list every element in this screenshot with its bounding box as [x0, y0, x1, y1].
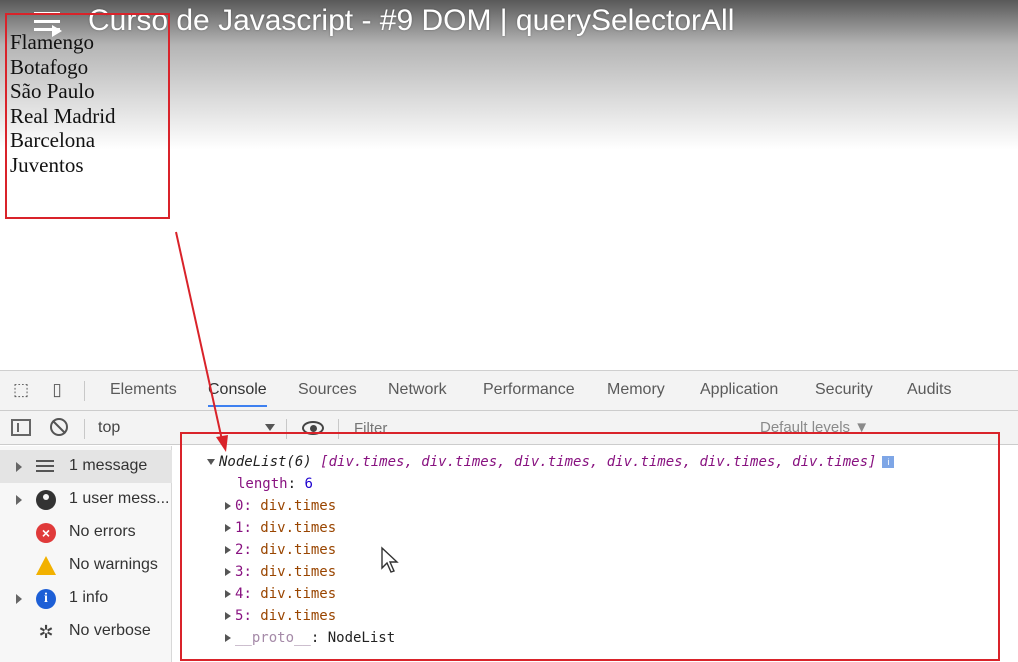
- filter-divider: [84, 419, 85, 439]
- chevron-down-icon[interactable]: [265, 424, 275, 431]
- console-sidebar: 1 message 1 user mess... × No errors No …: [0, 446, 172, 662]
- sidebar-item-messages[interactable]: 1 message: [0, 450, 172, 483]
- team-item: Real Madrid: [10, 103, 116, 128]
- sidebar-item-label: No warnings: [69, 556, 158, 573]
- tab-security[interactable]: Security: [815, 381, 873, 399]
- devtools-tabbar: ⬚ ▯ Elements Console Sources Network Per…: [0, 371, 1018, 411]
- team-item: Juventos: [10, 152, 84, 177]
- teams-list: Flamengo Botafogo São Paulo Real Madrid …: [10, 30, 116, 178]
- tab-console[interactable]: Console: [208, 381, 267, 407]
- sidebar-item-info[interactable]: i 1 info: [0, 582, 172, 615]
- bug-icon: ✲: [38, 622, 54, 642]
- user-icon: [36, 490, 56, 510]
- sidebar-item-label: No verbose: [69, 622, 151, 639]
- sidebar-item-label: 1 message: [69, 457, 148, 474]
- team-item: Barcelona: [10, 128, 96, 153]
- expand-triangle-icon[interactable]: [16, 462, 22, 472]
- team-item: Botafogo: [10, 54, 89, 79]
- warning-icon: [36, 556, 56, 575]
- tab-network[interactable]: Network: [388, 381, 447, 399]
- sidebar-item-warnings[interactable]: No warnings: [0, 549, 172, 582]
- list-icon: [36, 457, 56, 477]
- expand-triangle-icon[interactable]: [16, 594, 22, 604]
- sidebar-toggle-icon[interactable]: [11, 419, 31, 436]
- tab-elements[interactable]: Elements: [110, 381, 177, 399]
- team-item: Flamengo: [10, 30, 94, 54]
- info-icon: i: [36, 589, 56, 609]
- context-selector[interactable]: top: [98, 419, 120, 437]
- console-highlight-box: [180, 432, 1000, 661]
- sidebar-item-errors[interactable]: × No errors: [0, 516, 172, 549]
- device-toolbar-icon[interactable]: ▯: [46, 379, 68, 401]
- toolbar-divider: [84, 381, 85, 401]
- mouse-cursor-icon: [381, 546, 399, 573]
- team-item: São Paulo: [10, 79, 95, 104]
- sidebar-item-label: 1 info: [69, 589, 109, 606]
- expand-triangle-icon[interactable]: [16, 495, 22, 505]
- inspect-element-icon[interactable]: ⬚: [10, 379, 32, 401]
- sidebar-item-verbose[interactable]: ✲ No verbose: [0, 615, 172, 648]
- tab-application[interactable]: Application: [700, 381, 778, 399]
- tab-memory[interactable]: Memory: [607, 381, 665, 399]
- error-icon: ×: [36, 523, 56, 543]
- sidebar-item-label: 1 user mess...: [69, 490, 170, 507]
- video-title: Curso de Javascript - #9 DOM | querySele…: [88, 4, 735, 37]
- sidebar-item-user-messages[interactable]: 1 user mess...: [0, 483, 172, 516]
- sidebar-item-label: No errors: [69, 523, 136, 540]
- tab-audits[interactable]: Audits: [907, 381, 951, 399]
- clear-console-icon[interactable]: [50, 418, 68, 436]
- tab-performance[interactable]: Performance: [483, 381, 575, 399]
- tab-sources[interactable]: Sources: [298, 381, 357, 399]
